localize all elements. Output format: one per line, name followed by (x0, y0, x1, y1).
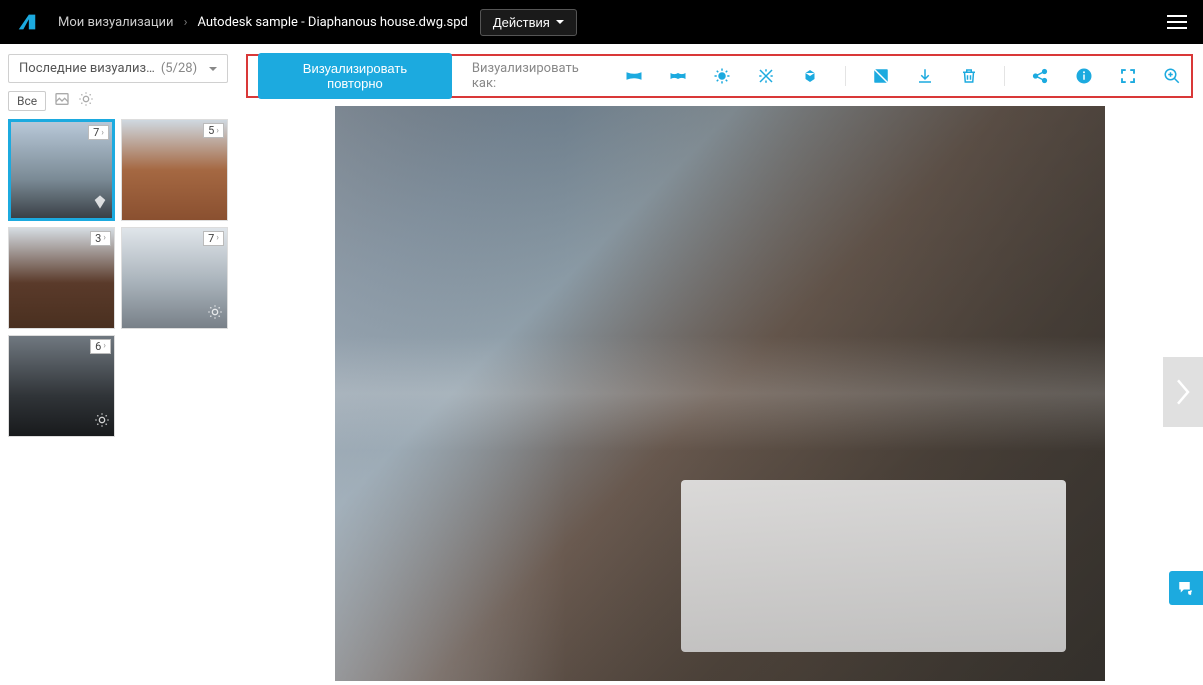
viewer-area (236, 98, 1203, 685)
thumbnail-badge: 5› (203, 123, 224, 138)
hamburger-menu-button[interactable] (1167, 15, 1187, 29)
thumbnail-badge: 3› (90, 231, 111, 246)
fullscreen-icon[interactable] (1119, 67, 1137, 85)
info-icon[interactable] (1075, 67, 1093, 85)
download-icon[interactable] (916, 67, 934, 85)
render-as-label: Визуализировать как: (472, 61, 605, 91)
thumbnail-2[interactable]: 5› (121, 119, 228, 221)
toolbar-separator (1004, 66, 1005, 86)
stereo-panorama-icon[interactable] (669, 67, 687, 85)
sun-icon (94, 412, 110, 432)
thumbnails-grid: 7› 5› 3› 7› (8, 119, 228, 437)
thumbnail-1[interactable]: 7› (8, 119, 115, 221)
sun-icon (207, 304, 223, 324)
share-icon[interactable] (1031, 67, 1049, 85)
thumbnail-3[interactable]: 3› (8, 227, 115, 329)
filter-label: Последние визуализ… (19, 61, 155, 76)
zoom-in-icon[interactable] (1163, 67, 1181, 85)
breadcrumb-separator: › (184, 15, 188, 30)
filter-count: (5/28) (161, 61, 197, 76)
toolbar-separator (845, 66, 846, 86)
breadcrumb-root-link[interactable]: Мои визуализации (58, 15, 174, 30)
breadcrumb: Мои визуализации › Autodesk sample - Dia… (58, 15, 468, 30)
filter-dropdown[interactable]: Последние визуализ… (5/28) (8, 54, 228, 83)
illuminance-icon[interactable] (757, 67, 775, 85)
app-header: Мои визуализации › Autodesk sample - Dia… (0, 0, 1203, 44)
filter-all-button[interactable]: Все (8, 91, 46, 111)
breadcrumb-current: Autodesk sample - Diaphanous house.dwg.s… (197, 15, 467, 30)
rerender-button[interactable]: Визуализировать повторно (258, 53, 452, 99)
thumbnail-badge: 7› (88, 125, 109, 140)
next-arrow-button[interactable] (1163, 357, 1203, 427)
actions-dropdown[interactable]: Действия (480, 9, 577, 36)
main-area: Последние визуализ… (5/28) Все 7› (0, 44, 1203, 685)
image-filter-icon[interactable] (54, 91, 70, 111)
thumbnail-4[interactable]: 7› (121, 227, 228, 329)
autodesk-logo[interactable] (16, 11, 38, 33)
caret-down-icon (556, 20, 564, 24)
caret-down-icon (209, 67, 217, 71)
diamond-icon (92, 194, 108, 214)
filter-icon-row: Все (8, 91, 228, 111)
thumbnail-badge: 7› (203, 231, 224, 246)
content-area: Визуализировать повторно Визуализировать… (236, 44, 1203, 685)
thumbnail-5[interactable]: 6› (8, 335, 115, 437)
actions-label: Действия (493, 15, 550, 30)
sidebar: Последние визуализ… (5/28) Все 7› (0, 44, 236, 685)
sun-filter-icon[interactable] (78, 91, 94, 111)
panorama-icon[interactable] (625, 67, 643, 85)
turntable-icon[interactable] (801, 67, 819, 85)
delete-icon[interactable] (960, 67, 978, 85)
feedback-button[interactable] (1169, 571, 1203, 605)
render-toolbar: Визуализировать повторно Визуализировать… (246, 54, 1193, 98)
sun-icon[interactable] (713, 67, 731, 85)
thumbnail-badge: 6› (90, 339, 111, 354)
toolbar-icons (625, 66, 1181, 86)
exposure-icon[interactable] (872, 67, 890, 85)
render-preview[interactable] (335, 106, 1105, 681)
